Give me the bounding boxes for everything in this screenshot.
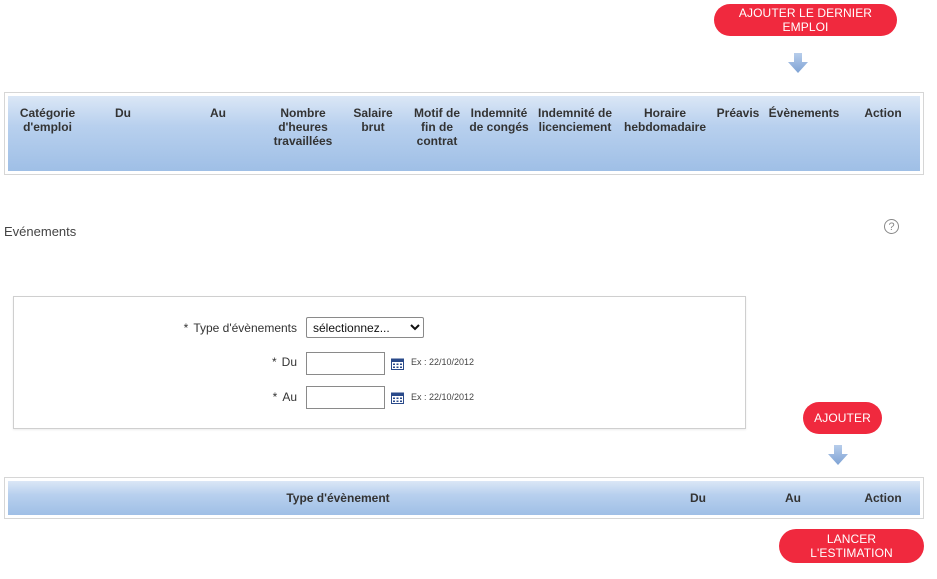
- du-date-example: Ex : 22/10/2012: [411, 357, 475, 367]
- col-header-event-action: Action: [864, 491, 902, 505]
- col-header-action: Action: [864, 106, 902, 120]
- required-marker: *: [271, 355, 277, 369]
- col-header-category: Catégorie d'emploi: [19, 106, 76, 134]
- au-field-label: * Au: [272, 390, 297, 404]
- col-header-notice: Préavis: [716, 106, 760, 120]
- col-header-salary: Salaire brut: [353, 106, 393, 134]
- calendar-icon[interactable]: [391, 392, 404, 404]
- down-arrow-icon: [788, 53, 808, 73]
- add-event-button[interactable]: AJOUTER: [803, 402, 882, 434]
- events-section-title: Evénements: [4, 224, 77, 239]
- down-arrow-icon: [828, 445, 848, 465]
- col-header-end-reason: Motif de fin de contrat: [414, 106, 460, 148]
- au-date-input[interactable]: [306, 386, 385, 409]
- events-table: Type d'évènement Du Au Action: [4, 477, 924, 519]
- event-type-select[interactable]: sélectionnez...: [306, 317, 424, 338]
- col-header-event-type: Type d'évènement: [286, 491, 390, 505]
- help-icon[interactable]: ?: [884, 219, 899, 234]
- col-header-weekly-hours: Horaire hebdomadaire: [623, 106, 707, 134]
- col-header-hours: Nombre d'heures travaillées: [273, 106, 333, 148]
- jobs-table: Catégorie d'emploi Du Au Nombre d'heures…: [4, 92, 924, 175]
- events-table-header: Type d'évènement Du Au Action: [8, 481, 920, 515]
- jobs-table-header: Catégorie d'emploi Du Au Nombre d'heures…: [8, 96, 920, 171]
- required-marker: *: [272, 390, 278, 404]
- col-header-au: Au: [210, 106, 226, 120]
- col-header-du: Du: [115, 106, 131, 120]
- col-header-leave-pay: Indemnité de congés: [469, 106, 529, 134]
- col-header-event-au: Au: [785, 491, 801, 505]
- event-form: * Type d'évènements sélectionnez... * Du E…: [13, 296, 746, 429]
- col-header-severance: Indemnité de licenciement: [537, 106, 612, 134]
- calendar-icon[interactable]: [391, 358, 404, 370]
- du-field-label: * Du: [271, 355, 297, 369]
- col-header-events: Évènements: [768, 106, 840, 120]
- type-field-label: * Type d'évènements: [183, 321, 297, 335]
- required-marker: *: [183, 321, 189, 335]
- au-date-example: Ex : 22/10/2012: [411, 392, 475, 402]
- launch-estimate-button[interactable]: LANCER L'ESTIMATION: [779, 529, 924, 563]
- add-last-job-button[interactable]: AJOUTER LE DERNIER EMPLOI: [714, 4, 897, 36]
- du-date-input[interactable]: [306, 352, 385, 375]
- col-header-event-du: Du: [690, 491, 706, 505]
